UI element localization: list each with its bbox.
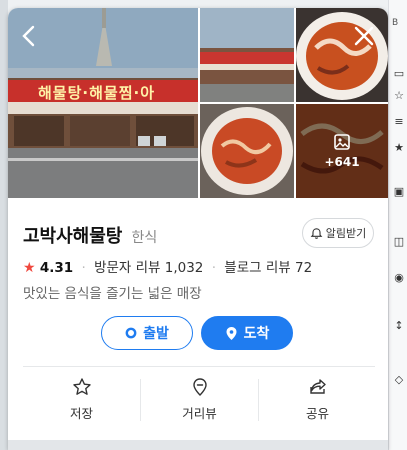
bell-icon [310,227,323,239]
street-view-label: 거리뷰 [182,405,217,421]
share-button[interactable]: 공유 [259,367,376,431]
place-description: 맛있는 음식을 즐기는 넓은 매장 [23,286,202,302]
alarm-button[interactable]: 알림받기 [302,218,374,248]
star-outline-icon [72,377,91,395]
street-view-button[interactable]: 거리뷰 [141,367,258,431]
star-icon[interactable]: ★ [391,140,407,156]
spicy-noodle-photo[interactable] [200,104,294,198]
restaurant-exterior-photo[interactable] [200,8,294,102]
expand-icon[interactable]: ↕ [391,318,407,334]
separator-dot: · [81,260,86,276]
place-category: 한식 [131,230,158,246]
save-button[interactable]: 저장 [23,367,140,431]
storefront-sign-text: 해물탕·해물찜·아 [38,84,155,102]
star-icon: ★ [23,260,36,276]
map-edge [0,0,8,450]
close-icon [354,26,374,46]
book-icon[interactable]: ▭ [391,66,407,82]
diamond-icon[interactable]: ◇ [391,372,407,388]
save-label: 저장 [69,405,93,421]
visitor-reviews-link[interactable]: 방문자 리뷰 1,032 [94,260,203,276]
separator-dot: · [211,260,216,276]
route-buttons: 출발 도착 [8,316,388,352]
location-pin-icon [226,326,237,340]
arrive-label: 도착 [243,326,270,342]
photo-gallery[interactable]: 해물탕·해물찜·아 +641 [8,8,388,198]
share-label: 공유 [305,405,329,421]
share-icon [309,378,326,394]
chevron-left-icon [22,25,35,47]
stats-row: ★ 4.31 · 방문자 리뷰 1,032 · 블로그 리뷰 72 [23,256,312,276]
origin-dot-icon [125,327,137,339]
list-icon[interactable]: ≡ [391,114,407,130]
rating-value: 4.31 [39,260,74,276]
more-photos-tile[interactable]: +641 [296,104,388,198]
image-icon [334,134,350,150]
title-row: 고박사해물탕 한식 [23,222,157,248]
doc-icon[interactable]: ▣ [391,184,407,200]
close-button[interactable] [350,22,378,50]
place-name[interactable]: 고박사해물탕 [23,226,122,247]
back-button[interactable] [16,22,44,50]
more-photos-count: +641 [324,155,360,169]
more-photos-overlay[interactable]: +641 [296,104,388,198]
right-side-panel: B ▭ ☆ ≡ ★ ▣ ◫ ◉ ↕ ◇ [388,0,407,450]
alarm-label: 알림받기 [325,227,367,240]
layer-icon[interactable]: ◫ [391,234,407,250]
blog-reviews-link[interactable]: 블로그 리뷰 72 [224,260,312,276]
card-bottom-edge [8,440,388,450]
pin-icon[interactable]: ◉ [391,270,407,286]
action-bar: 저장 거리뷰 공유 [23,367,375,431]
depart-label: 출발 [143,326,169,342]
arrive-button[interactable]: 도착 [201,316,293,350]
side-text: B [392,18,399,28]
place-card: 해물탕·해물찜·아 +641 고박사해물탕 한식 알림받기 ★ 4.31 · 방… [8,8,388,450]
street-view-pin-icon [192,377,207,396]
bookmark-icon[interactable]: ☆ [391,88,407,104]
depart-button[interactable]: 출발 [101,316,193,350]
